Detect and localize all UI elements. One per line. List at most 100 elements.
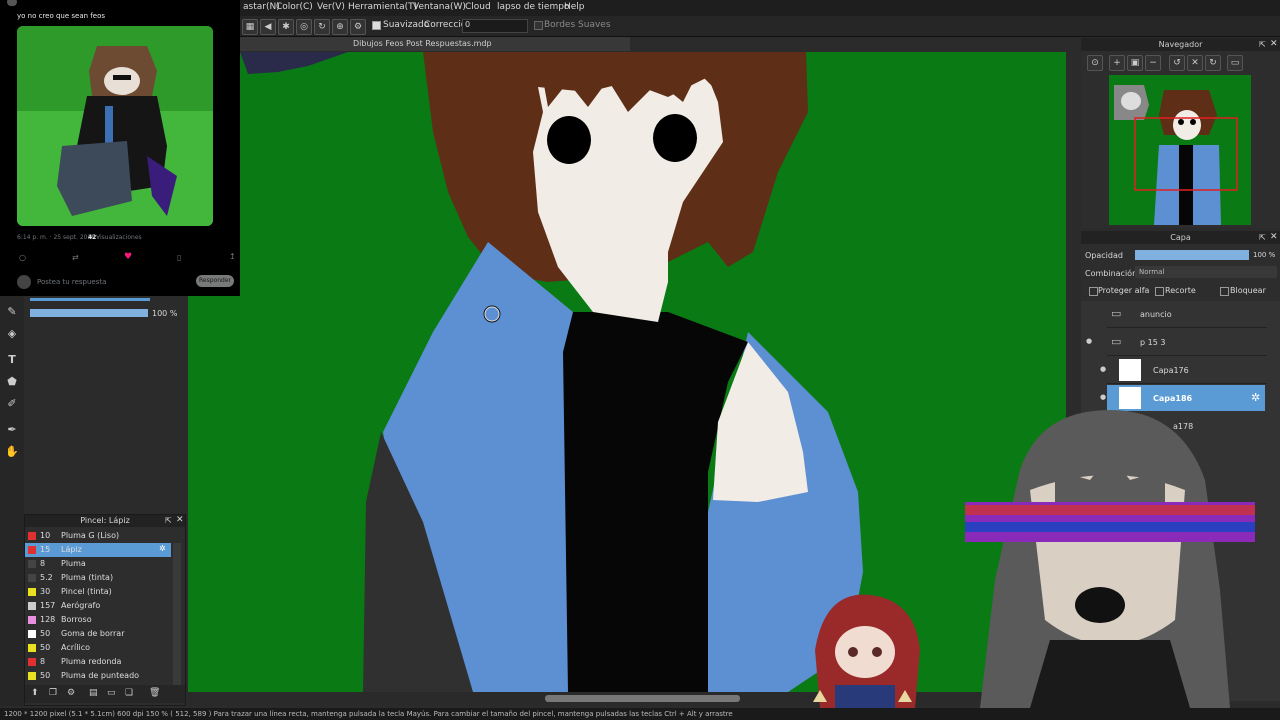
navigator-preview[interactable] bbox=[1109, 75, 1251, 225]
layer-name: Capa176 bbox=[1153, 366, 1189, 375]
circle-icon[interactable]: ◎ bbox=[296, 19, 312, 35]
menu-view[interactable]: Ver(V) bbox=[317, 2, 345, 12]
copy-icon[interactable]: ❐ bbox=[49, 688, 57, 698]
brush-color-swatch bbox=[28, 644, 36, 652]
navigator-menu-icon[interactable]: ▭ bbox=[1227, 55, 1243, 71]
arrow-left-icon[interactable]: ◀ bbox=[260, 19, 276, 35]
visibility-eye-icon[interactable]: ● bbox=[1086, 337, 1092, 345]
menu-cloud[interactable]: Cloud bbox=[465, 2, 491, 12]
duplicate-icon[interactable]: ❏ bbox=[125, 688, 133, 698]
tweet-meta-views-label: Visualizaciones bbox=[96, 234, 142, 241]
visibility-eye-icon[interactable]: ● bbox=[1100, 365, 1106, 373]
canvas-artwork bbox=[188, 52, 1066, 692]
navigator-expand-icon[interactable]: ⇱ bbox=[1259, 40, 1266, 49]
rotate-icon[interactable]: ↻ bbox=[314, 19, 330, 35]
brush-item[interactable]: 157 Aerógrafo bbox=[25, 599, 171, 613]
soft-edges-label: Bordes Suaves bbox=[544, 20, 611, 30]
brush-color-swatch bbox=[28, 630, 36, 638]
expand-icon[interactable]: ⇱ bbox=[165, 516, 172, 525]
navigator-close-icon[interactable]: ✕ bbox=[1270, 39, 1278, 49]
brush-panel-footer: ⬆ ❐ ⚙ ▤ ▭ ❏ 🗑 bbox=[25, 685, 185, 703]
correction-input[interactable]: 0 bbox=[462, 19, 528, 33]
brush-settings-icon[interactable]: ✲ bbox=[159, 544, 166, 553]
brush-item[interactable]: 8 Pluma redonda bbox=[25, 655, 171, 669]
like-heart-icon[interactable]: ♥ bbox=[124, 252, 132, 262]
layer-opacity-slider[interactable] bbox=[1135, 250, 1249, 260]
brush-tool-icon[interactable]: ✐ bbox=[4, 396, 20, 412]
layer-row-selected[interactable]: Capa186 ✲ bbox=[1107, 385, 1265, 411]
visibility-eye-icon[interactable]: ● bbox=[1100, 393, 1106, 401]
layer-row[interactable]: ▭ anuncio bbox=[1107, 301, 1267, 328]
close-icon[interactable]: ✕ bbox=[176, 515, 184, 525]
menu-window[interactable]: Ventana(W) bbox=[413, 2, 466, 12]
layer-row[interactable]: Capa176 bbox=[1107, 357, 1267, 384]
target-icon[interactable]: ⊕ bbox=[332, 19, 348, 35]
doc-icon[interactable]: ▤ bbox=[89, 688, 98, 698]
zoom-fit-icon[interactable]: ⊙ bbox=[1087, 55, 1103, 71]
text-tool-icon[interactable]: T bbox=[4, 352, 20, 368]
menu-help[interactable]: Help bbox=[564, 2, 585, 12]
menu-color[interactable]: Color(C) bbox=[276, 2, 313, 12]
clip-checkbox[interactable] bbox=[1155, 287, 1164, 296]
opacity-slider[interactable] bbox=[30, 309, 148, 317]
fit-window-icon[interactable]: ▣ bbox=[1127, 55, 1143, 71]
brush-item[interactable]: 128 Borroso bbox=[25, 613, 171, 627]
lock-checkbox[interactable] bbox=[1220, 287, 1229, 296]
fill-tool-icon[interactable]: ◈ bbox=[4, 326, 20, 342]
zoom-out-icon[interactable]: − bbox=[1145, 55, 1161, 71]
eyedropper-icon[interactable]: ✒ bbox=[4, 422, 20, 438]
brush-name: Pluma (tinta) bbox=[61, 573, 114, 582]
layer-close-icon[interactable]: ✕ bbox=[1270, 232, 1278, 242]
rotate-view-icon[interactable]: ↺ bbox=[1169, 55, 1185, 71]
brush-item[interactable]: 8 Pluma bbox=[25, 557, 171, 571]
pattern-icon[interactable]: ✱ bbox=[278, 19, 294, 35]
brush-color-swatch bbox=[28, 546, 36, 554]
brush-size: 50 bbox=[40, 629, 51, 638]
zoom-in-icon[interactable]: + bbox=[1109, 55, 1125, 71]
navigator-toolbar: ⊙ + ▣ − ↺ ✕ ↻ ▭ bbox=[1085, 54, 1275, 71]
folder-icon[interactable]: ▭ bbox=[107, 688, 116, 698]
grid-icon[interactable]: ▦ bbox=[242, 19, 258, 35]
share-icon[interactable]: ↥ bbox=[229, 252, 236, 261]
brush-item[interactable]: 50 Goma de borrar bbox=[25, 627, 171, 641]
settings-icon[interactable]: ⚙ bbox=[67, 688, 75, 698]
brush-name: Acrílico bbox=[61, 643, 90, 652]
brush-item[interactable]: 30 Pincel (tinta) bbox=[25, 585, 171, 599]
layer-settings-icon[interactable]: ✲ bbox=[1251, 391, 1260, 404]
menu-tool[interactable]: Herramienta(T) bbox=[348, 2, 417, 12]
drawing-canvas[interactable] bbox=[188, 52, 1066, 692]
pen-tool-icon[interactable]: ✎ bbox=[4, 304, 20, 320]
brush-item[interactable]: 5.2 Pluma (tinta) bbox=[25, 571, 171, 585]
soft-edges-checkbox[interactable] bbox=[534, 21, 543, 30]
bookmark-icon[interactable]: ▯ bbox=[177, 253, 181, 262]
trash-icon[interactable]: 🗑 bbox=[149, 688, 160, 698]
brush-item[interactable]: 50 Pluma de punteado bbox=[25, 669, 171, 683]
reply-button[interactable]: Responder bbox=[196, 275, 234, 287]
menu-file[interactable]: astar(N) bbox=[243, 2, 280, 12]
brush-size-slider[interactable] bbox=[30, 298, 150, 301]
tweet-image[interactable] bbox=[17, 26, 213, 226]
horizontal-scroll-thumb[interactable] bbox=[545, 695, 740, 702]
protect-alpha-checkbox[interactable] bbox=[1089, 287, 1098, 296]
shape-tool-icon[interactable]: ⬟ bbox=[4, 374, 20, 390]
hand-tool-icon[interactable]: ✋ bbox=[4, 444, 20, 460]
brush-item[interactable]: 50 Acrílico bbox=[25, 641, 171, 655]
new-brush-icon[interactable]: ⬆ bbox=[31, 688, 39, 698]
document-tab[interactable]: Dibujos Feos Post Respuestas.mdp bbox=[240, 37, 630, 51]
gear-snap-icon[interactable]: ⚙ bbox=[350, 19, 366, 35]
reset-view-icon[interactable]: ✕ bbox=[1187, 55, 1203, 71]
smoothing-checkbox[interactable] bbox=[372, 21, 381, 30]
reply-icon[interactable]: ○ bbox=[19, 253, 26, 262]
brush-list-scrollbar[interactable] bbox=[173, 543, 181, 693]
retweet-icon[interactable]: ⇄ bbox=[72, 253, 79, 262]
rotate-right-icon[interactable]: ↻ bbox=[1205, 55, 1221, 71]
brush-item[interactable]: 10 Pluma G (Liso) bbox=[25, 529, 171, 543]
brush-item-selected[interactable]: 15 Lápiz ✲ bbox=[25, 543, 171, 557]
blend-mode-select[interactable]: Normal bbox=[1135, 266, 1277, 278]
reply-input[interactable]: Postea tu respuesta bbox=[37, 278, 106, 286]
layer-row[interactable]: ▭ p 15 3 bbox=[1107, 329, 1267, 356]
tweet-overlay: yo no creo que sean feos 6:14 p. m. · 25… bbox=[0, 0, 240, 296]
layer-name: p 15 3 bbox=[1140, 338, 1166, 347]
menu-timelapse[interactable]: lapso de tiempo bbox=[497, 2, 569, 12]
layer-expand-icon[interactable]: ⇱ bbox=[1259, 233, 1266, 242]
